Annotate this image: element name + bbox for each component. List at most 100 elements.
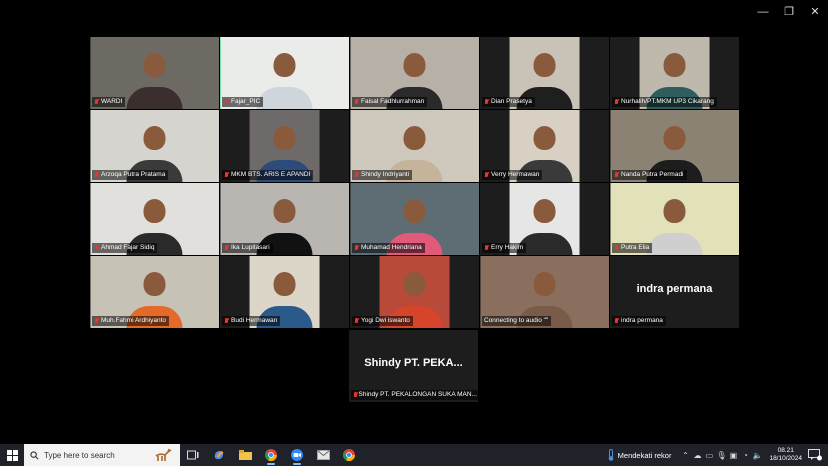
participant-tile[interactable]: Ahmad Fajar Sidiq <box>90 183 219 255</box>
participant-tile[interactable]: Faisal Fadhlurrahman <box>350 37 479 109</box>
person-head <box>403 271 426 296</box>
mic-muted-icon <box>224 245 229 251</box>
participant-tile[interactable]: MKM BTS. ARIS E APANDI <box>220 110 349 182</box>
person-head <box>273 271 296 296</box>
participant-name: Shindy PT. PEKALONGAN SUKA MAN... <box>358 391 478 398</box>
mic-muted-icon <box>94 172 99 178</box>
taskbar-search-box[interactable]: Type here to search <box>24 444 180 466</box>
search-icon <box>30 450 39 459</box>
participant-name-tag: Yogi Dwi iswanto <box>352 316 413 326</box>
mic-icon[interactable]: 🎙 <box>715 451 727 460</box>
participant-tile[interactable]: WARDI <box>90 37 219 109</box>
participant-name-tag: Erry Hakim <box>482 243 527 253</box>
participant-tile[interactable]: Ika Lupitasari <box>220 183 349 255</box>
participant-tile[interactable]: Budi Hermawan <box>220 256 349 328</box>
mic-muted-icon <box>224 99 229 105</box>
person-head <box>143 125 166 150</box>
tray-app-icon[interactable]: ▣ <box>727 451 739 460</box>
mail-button[interactable] <box>310 444 336 466</box>
search-placeholder: Type here to search <box>44 450 115 460</box>
person-body <box>256 87 313 109</box>
participant-tile[interactable]: Nanda Putra Permadi <box>610 110 739 182</box>
participant-name-tag: Muh.Fahmi Ardhiyanto <box>92 316 170 326</box>
close-button[interactable]: ✕ <box>802 4 828 20</box>
participant-tile[interactable]: Connecting to audio "" <box>480 256 609 328</box>
participant-name-tag: MKM BTS. ARIS E APANDI <box>222 170 314 180</box>
participant-tile[interactable]: Arzoqa Putra Pratama <box>90 110 219 182</box>
task-view-icon <box>187 450 199 460</box>
clock-date: 18/10/2024 <box>769 455 802 462</box>
mic-muted-icon <box>354 318 359 324</box>
chrome-button[interactable] <box>258 444 284 466</box>
clock[interactable]: 08.21 18/10/2024 <box>769 447 802 463</box>
window-controls: — ❐ ✕ <box>750 4 828 20</box>
participant-name-tag: Nurhalih/PT.MKM UP3 Cikarang <box>612 97 717 107</box>
participant-tile[interactable]: indra permana indra permana <box>610 256 739 328</box>
person-body <box>126 87 183 109</box>
chat-bubble-icon <box>808 449 822 461</box>
maximize-button[interactable]: ❐ <box>776 4 802 20</box>
person-head <box>143 271 166 296</box>
participant-tile[interactable]: Shindy Indriyanti <box>350 110 479 182</box>
minimize-button[interactable]: — <box>750 4 776 20</box>
file-explorer-button[interactable] <box>232 444 258 466</box>
participant-tile[interactable]: Erry Hakim <box>480 183 609 255</box>
person-head <box>273 52 296 77</box>
mic-muted-icon <box>224 318 229 324</box>
person-head <box>663 198 686 223</box>
participant-name-tag: WARDI <box>92 97 126 107</box>
person-body <box>646 233 703 255</box>
copilot-button[interactable] <box>206 444 232 466</box>
participant-tile[interactable]: Dian Prasetya <box>480 37 609 109</box>
participant-tile[interactable]: Muh.Fahmi Ardhiyanto <box>90 256 219 328</box>
battery-icon[interactable]: ▭ <box>703 451 715 460</box>
participant-tile[interactable]: Verry Hermawan <box>480 110 609 182</box>
participant-name: Erry Hakim <box>491 244 524 251</box>
participant-tile[interactable]: Putra Elia <box>610 183 739 255</box>
person-head <box>663 125 686 150</box>
participant-name-tag: Muhamad Hendriana <box>352 243 425 253</box>
participant-name: Budi Hermawan <box>231 317 278 324</box>
mic-muted-icon <box>354 99 359 105</box>
chevron-up-icon[interactable]: ⌃ <box>679 451 691 460</box>
participant-tile[interactable]: Fajar_PIC <box>220 37 349 109</box>
participant-tile[interactable]: Muhamad Hendriana <box>350 183 479 255</box>
participant-grid: WARDI Fajar_PIC Faisal Fadhlurrahman Dian P… <box>90 37 739 329</box>
chrome-icon <box>343 449 355 461</box>
thermometer-icon <box>608 449 613 461</box>
participant-name-tag: Budi Hermawan <box>222 316 281 326</box>
person-head <box>533 198 556 223</box>
participant-tile[interactable]: Shindy PT. PEKA... Shindy PT. PEKALONGAN… <box>349 330 480 402</box>
participant-name-tag: indra permana <box>612 316 666 326</box>
participant-name: Muhamad Hendriana <box>361 244 422 251</box>
cloud-icon[interactable]: ☁ <box>691 451 703 460</box>
participant-name: Fajar_PIC <box>231 98 261 105</box>
participant-name: Muh.Fahmi Ardhiyanto <box>101 317 167 324</box>
person-head <box>403 198 426 223</box>
participant-name: Nurhalih/PT.MKM UP3 Cikarang <box>621 98 714 105</box>
windows-start-button[interactable] <box>0 444 24 466</box>
volume-icon[interactable]: 🔈 <box>751 451 763 460</box>
participant-name-tag: Putra Elia <box>612 243 653 253</box>
person-head <box>273 198 296 223</box>
participant-tile[interactable]: Yogi Dwi iswanto <box>350 256 479 328</box>
copilot-icon <box>214 450 224 460</box>
wifi-icon[interactable]: ◔ <box>739 451 751 460</box>
task-view-button[interactable] <box>180 444 206 466</box>
participant-name: Ika Lupitasari <box>231 244 270 251</box>
zoom-icon <box>291 449 303 461</box>
person-head <box>143 198 166 223</box>
participant-name-tag: Faisal Fadhlurrahman <box>352 97 428 107</box>
participant-name: Connecting to audio "" <box>484 317 549 324</box>
weather-widget[interactable]: Mendekati rekor <box>607 449 671 461</box>
participant-name-tag: Connecting to audio "" <box>482 316 552 326</box>
chrome-profile-button[interactable] <box>336 444 362 466</box>
mic-muted-icon <box>94 99 99 105</box>
participant-name: MKM BTS. ARIS E APANDI <box>231 171 311 178</box>
zoom-button[interactable] <box>284 444 310 466</box>
mic-muted-icon <box>614 318 619 324</box>
participant-tile[interactable]: Nurhalih/PT.MKM UP3 Cikarang <box>610 37 739 109</box>
person-head <box>533 52 556 77</box>
person-head <box>533 125 556 150</box>
notification-icon[interactable] <box>808 449 822 461</box>
